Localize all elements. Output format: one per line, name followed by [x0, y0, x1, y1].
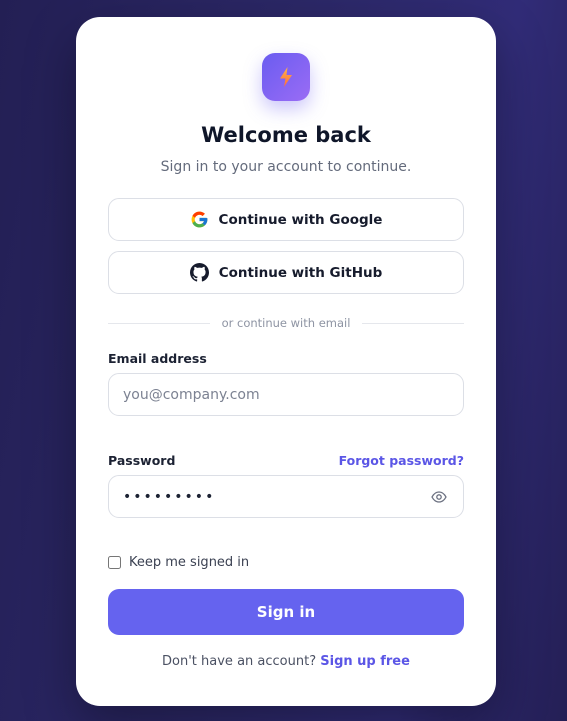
lightning-bolt-icon: [278, 66, 294, 88]
signup-prompt: Don't have an account? Sign up free: [76, 654, 496, 669]
page-subtitle: Sign in to your account to continue.: [160, 159, 412, 175]
sign-in-button[interactable]: Sign in: [108, 589, 464, 635]
github-icon: [189, 263, 209, 282]
forgot-password-link[interactable]: Forgot password?: [339, 453, 464, 468]
eye-icon[interactable]: [431, 490, 447, 504]
remember-me[interactable]: Keep me signed in: [108, 555, 249, 570]
password-input[interactable]: [108, 475, 464, 518]
google-signin-label: Continue with Google: [218, 211, 383, 228]
google-signin-button[interactable]: Continue with Google: [108, 198, 464, 241]
signup-prompt-text: Don't have an account?: [162, 654, 317, 669]
divider-line-right: [362, 322, 465, 324]
github-signin-button[interactable]: Continue with GitHub: [108, 251, 464, 294]
email-input[interactable]: [108, 373, 464, 416]
logo: [262, 53, 310, 101]
google-icon: [190, 210, 209, 229]
divider-text: or continue with email: [221, 316, 351, 330]
password-label: Password: [108, 453, 176, 468]
divider-line-left: [108, 322, 210, 324]
remember-me-checkbox[interactable]: [108, 556, 121, 569]
page-title: Welcome back: [201, 123, 371, 147]
github-signin-label: Continue with GitHub: [218, 264, 383, 281]
divider: or continue with email: [108, 315, 465, 331]
signin-card: Welcome back Sign in to your account to …: [76, 17, 496, 706]
remember-me-label: Keep me signed in: [129, 555, 250, 570]
email-label: Email address: [108, 351, 207, 366]
sign-up-link[interactable]: Sign up free: [320, 654, 410, 669]
